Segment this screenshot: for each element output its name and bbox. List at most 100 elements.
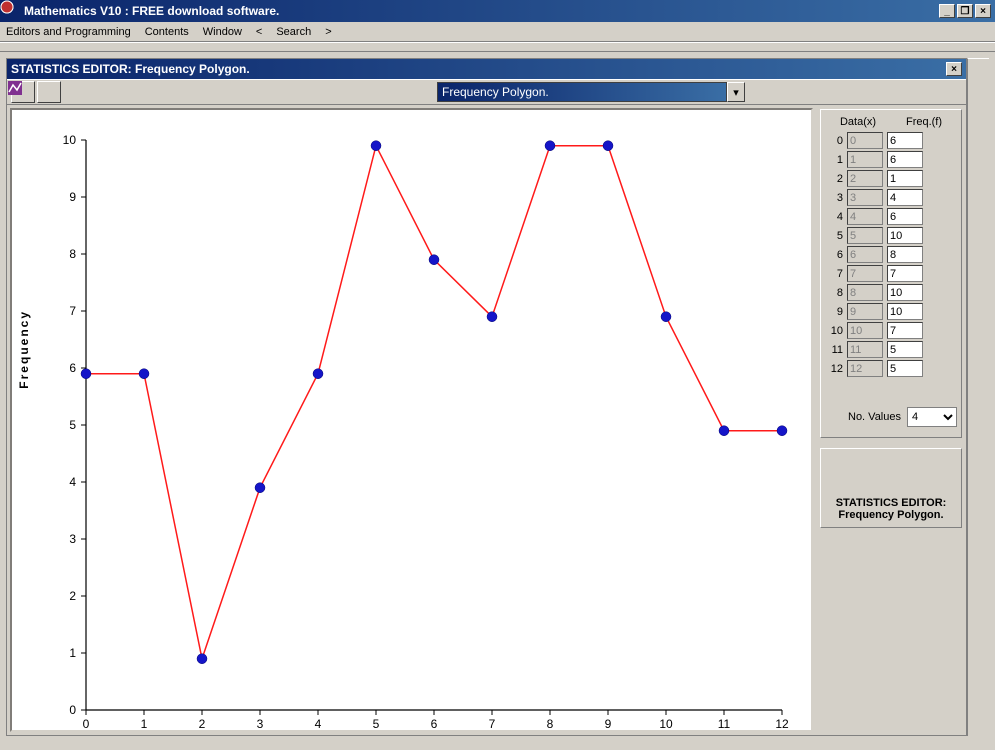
linechart-icon [7, 80, 23, 96]
row-index: 12 [825, 363, 843, 375]
no-values-select[interactable]: 4 [907, 407, 957, 427]
status-box: STATISTICS EDITOR: Frequency Polygon. [820, 448, 962, 528]
freq-f-input[interactable] [887, 170, 923, 187]
chart-panel: Frequency 0123456789100123456789101112 [10, 108, 813, 732]
editor-close-button[interactable]: × [946, 62, 962, 76]
status-line1: STATISTICS EDITOR: [836, 497, 947, 509]
data-row: 5 [825, 227, 957, 244]
menu-search[interactable]: Search [276, 26, 311, 38]
menu-editors[interactable]: Editors and Programming [6, 26, 131, 38]
data-row: 4 [825, 208, 957, 225]
frequency-polygon-chart: 0123456789100123456789101112 [12, 110, 802, 750]
row-index: 3 [825, 192, 843, 204]
chevron-down-icon: ▾ [733, 86, 739, 99]
freq-f-input[interactable] [887, 360, 923, 377]
freq-f-input[interactable] [887, 284, 923, 301]
data-row: 2 [825, 170, 957, 187]
minimize-button[interactable]: _ [939, 4, 955, 18]
svg-text:7: 7 [69, 304, 76, 318]
freq-f-input[interactable] [887, 151, 923, 168]
restore-button[interactable]: ❐ [957, 4, 973, 18]
data-x-input[interactable] [847, 284, 883, 301]
app-titlebar: Mathematics V10 : FREE download software… [0, 0, 995, 22]
status-line2: Frequency Polygon. [838, 509, 943, 521]
freq-f-input[interactable] [887, 322, 923, 339]
data-x-input[interactable] [847, 170, 883, 187]
freq-f-input[interactable] [887, 208, 923, 225]
data-x-input[interactable] [847, 246, 883, 263]
freq-f-header: Freq.(f) [906, 116, 942, 128]
row-index: 5 [825, 230, 843, 242]
data-x-header: Data(x) [840, 116, 876, 128]
chart-type-dropdown-button[interactable]: ▾ [727, 82, 745, 102]
data-x-input[interactable] [847, 151, 883, 168]
data-x-input[interactable] [847, 265, 883, 282]
menubar: Editors and Programming Contents Window … [0, 22, 995, 42]
svg-text:6: 6 [69, 361, 76, 375]
svg-text:3: 3 [69, 532, 76, 546]
data-row: 1 [825, 151, 957, 168]
svg-text:11: 11 [718, 717, 731, 731]
menu-next[interactable]: > [325, 26, 331, 38]
data-x-input[interactable] [847, 189, 883, 206]
row-index: 0 [825, 135, 843, 147]
svg-text:6: 6 [431, 717, 438, 731]
svg-text:2: 2 [199, 717, 206, 731]
row-index: 4 [825, 211, 843, 223]
menu-window[interactable]: Window [203, 26, 242, 38]
statistics-editor-window: STATISTICS EDITOR: Frequency Polygon. × [6, 58, 967, 736]
freq-f-input[interactable] [887, 341, 923, 358]
freq-f-input[interactable] [887, 246, 923, 263]
data-x-input[interactable] [847, 341, 883, 358]
freq-f-input[interactable] [887, 227, 923, 244]
svg-text:7: 7 [489, 717, 496, 731]
svg-text:10: 10 [63, 133, 77, 147]
freq-f-input[interactable] [887, 189, 923, 206]
data-x-input[interactable] [847, 303, 883, 320]
editor-title: STATISTICS EDITOR: Frequency Polygon. [11, 62, 250, 76]
workspace: STATISTICS EDITOR: Frequency Polygon. × [0, 52, 995, 742]
data-row: 3 [825, 189, 957, 206]
freq-f-input[interactable] [887, 265, 923, 282]
svg-text:9: 9 [605, 717, 612, 731]
svg-text:2: 2 [69, 589, 76, 603]
row-index: 1 [825, 154, 843, 166]
data-x-input[interactable] [847, 132, 883, 149]
editor-toolbar: Frequency Polygon. ▾ [7, 79, 966, 105]
svg-text:0: 0 [69, 703, 76, 717]
data-row: 7 [825, 265, 957, 282]
data-row: 10 [825, 322, 957, 339]
data-x-input[interactable] [847, 227, 883, 244]
data-row: 8 [825, 284, 957, 301]
menu-contents[interactable]: Contents [145, 26, 189, 38]
row-index: 9 [825, 306, 843, 318]
app-title: Mathematics V10 : FREE download software… [24, 4, 279, 18]
row-index: 7 [825, 268, 843, 280]
data-x-input[interactable] [847, 322, 883, 339]
svg-text:5: 5 [373, 717, 380, 731]
no-values-label: No. Values [848, 411, 901, 423]
data-entry-group: Data(x) Freq.(f) 0123456789101112 No. Va… [820, 109, 962, 438]
data-x-input[interactable] [847, 208, 883, 225]
toolbar-strip [0, 42, 995, 52]
svg-text:12: 12 [775, 717, 789, 731]
data-row: 6 [825, 246, 957, 263]
chart-type-combo[interactable]: Frequency Polygon. [437, 82, 727, 102]
chart-type-value: Frequency Polygon. [442, 85, 549, 99]
row-index: 11 [825, 344, 843, 356]
svg-text:3: 3 [257, 717, 264, 731]
svg-text:4: 4 [315, 717, 322, 731]
data-x-input[interactable] [847, 360, 883, 377]
svg-text:0: 0 [83, 717, 90, 731]
freq-f-input[interactable] [887, 303, 923, 320]
svg-text:10: 10 [659, 717, 673, 731]
freq-f-input[interactable] [887, 132, 923, 149]
row-index: 8 [825, 287, 843, 299]
svg-text:8: 8 [69, 247, 76, 261]
row-index: 6 [825, 249, 843, 261]
linechart-button[interactable] [37, 81, 61, 103]
close-button[interactable]: × [975, 4, 991, 18]
menu-prev[interactable]: < [256, 26, 262, 38]
svg-text:9: 9 [69, 190, 76, 204]
data-row: 9 [825, 303, 957, 320]
